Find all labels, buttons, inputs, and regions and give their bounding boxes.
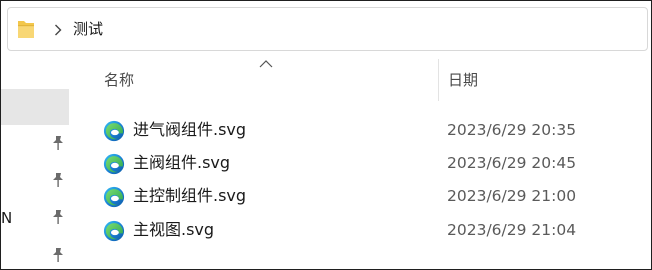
file-name: 主阀组件.svg <box>133 153 231 172</box>
edge-svg-file-icon <box>103 220 125 242</box>
nav-item-selected[interactable] <box>1 89 69 125</box>
folder-icon <box>18 21 34 38</box>
file-date: 2023/6/29 21:04 <box>447 221 577 239</box>
edge-svg-file-icon <box>103 186 125 208</box>
file-date: 2023/6/29 20:35 <box>447 121 577 139</box>
sort-ascending-icon <box>259 60 273 68</box>
breadcrumb-item[interactable]: 测试 <box>73 19 103 39</box>
file-name: 主视图.svg <box>133 220 215 239</box>
pin-icon <box>51 135 65 151</box>
edge-svg-file-icon <box>103 153 125 175</box>
address-bar[interactable]: 测试 <box>7 7 648 51</box>
file-date: 2023/6/29 21:00 <box>447 187 577 205</box>
chevron-right-icon[interactable] <box>53 23 63 37</box>
file-date: 2023/6/29 20:45 <box>447 154 577 172</box>
file-name: 进气阀组件.svg <box>133 120 247 139</box>
file-row[interactable]: 主视图.svg 2023/6/29 21:04 <box>99 213 645 247</box>
edge-svg-file-icon <box>103 120 125 142</box>
column-header-name[interactable]: 名称 <box>104 70 134 90</box>
pin-icon <box>51 172 65 188</box>
pin-icon <box>51 247 65 263</box>
file-name: 主控制组件.svg <box>133 186 247 205</box>
file-row[interactable]: 主阀组件.svg 2023/6/29 20:45 <box>99 146 645 180</box>
pin-icon <box>51 209 65 225</box>
file-row[interactable]: 进气阀组件.svg 2023/6/29 20:35 <box>99 113 645 147</box>
navigation-pane: N <box>1 56 73 270</box>
column-header-date[interactable]: 日期 <box>448 70 478 90</box>
column-divider[interactable] <box>438 59 439 101</box>
file-explorer-window: 测试 N 名称 日期 进气阀组件.svg 2023/6/29 20:35 主阀组… <box>0 0 652 270</box>
file-row[interactable]: 主控制组件.svg 2023/6/29 21:00 <box>99 179 645 213</box>
nav-item-label[interactable]: N <box>1 208 12 228</box>
